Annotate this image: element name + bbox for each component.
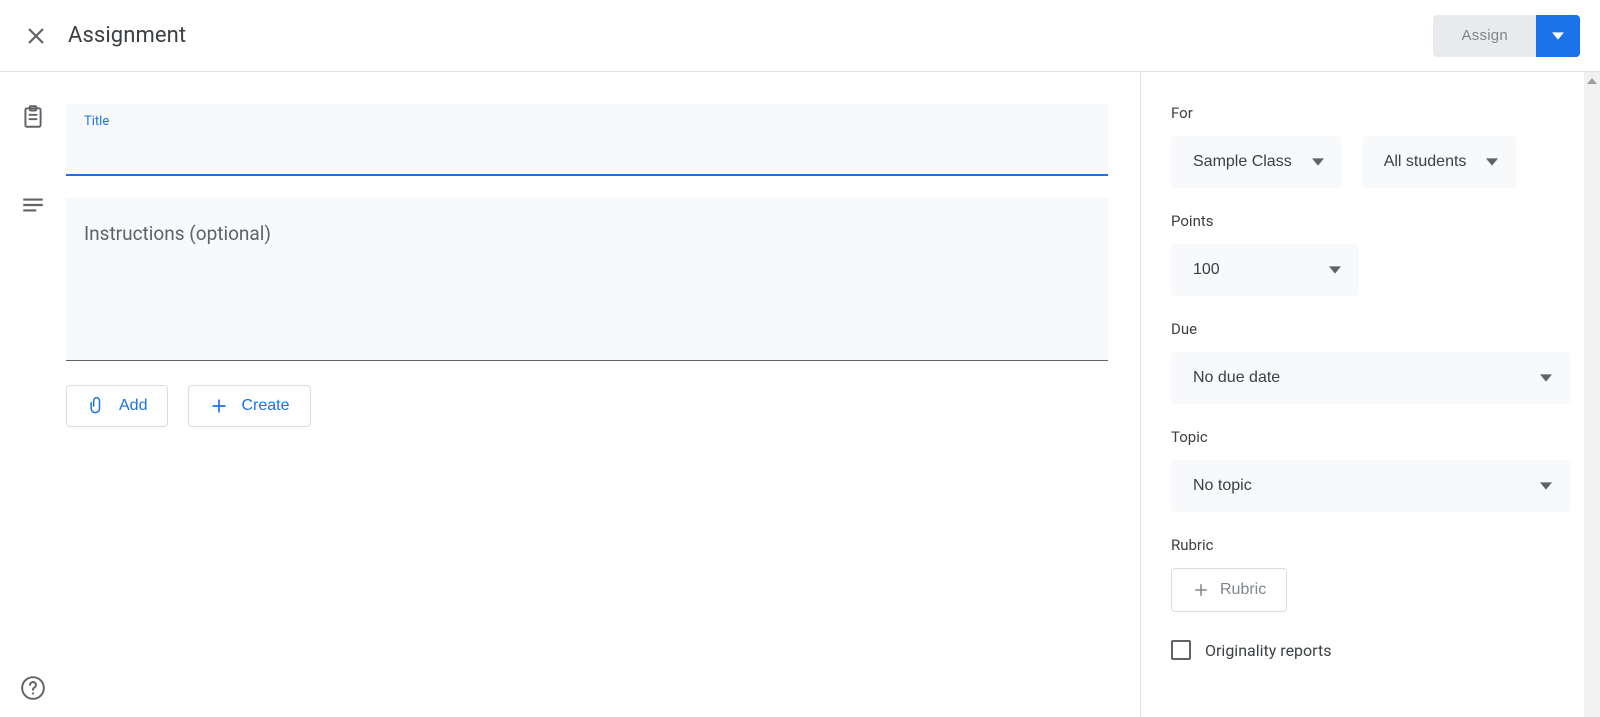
- close-button[interactable]: [16, 16, 56, 56]
- assign-button-group: Assign: [1433, 15, 1580, 57]
- due-selector[interactable]: No due date: [1171, 352, 1570, 404]
- assign-button[interactable]: Assign: [1433, 15, 1536, 57]
- students-selector[interactable]: All students: [1362, 136, 1517, 188]
- originality-label: Originality reports: [1205, 641, 1331, 660]
- points-value: 100: [1193, 261, 1220, 279]
- students-selector-value: All students: [1384, 153, 1467, 171]
- caret-down-icon: [1329, 264, 1341, 276]
- originality-checkbox[interactable]: [1171, 640, 1191, 660]
- topic-label: Topic: [1171, 428, 1570, 446]
- title-label: Title: [84, 114, 1090, 129]
- topbar: Assignment Assign: [0, 0, 1600, 72]
- plus-icon: [1192, 581, 1210, 599]
- instructions-field[interactable]: [66, 198, 1108, 361]
- rubric-button[interactable]: Rubric: [1171, 568, 1287, 612]
- caret-down-icon: [1540, 372, 1552, 384]
- points-label: Points: [1171, 212, 1570, 230]
- caret-down-icon: [1312, 156, 1324, 168]
- caret-down-icon: [1540, 480, 1552, 492]
- points-selector[interactable]: 100: [1171, 244, 1359, 296]
- due-label: Due: [1171, 320, 1570, 338]
- add-button-label: Add: [119, 397, 147, 415]
- due-value: No due date: [1193, 369, 1280, 387]
- left-rail: [0, 72, 66, 717]
- class-selector-value: Sample Class: [1193, 153, 1292, 171]
- instructions-input[interactable]: [84, 222, 1090, 332]
- create-button-label: Create: [241, 397, 289, 415]
- for-label: For: [1171, 104, 1570, 122]
- assign-dropdown-button[interactable]: [1536, 15, 1580, 57]
- close-icon: [24, 24, 48, 48]
- title-field[interactable]: Title: [66, 104, 1108, 176]
- title-input[interactable]: [84, 131, 1090, 152]
- rubric-button-label: Rubric: [1220, 581, 1266, 599]
- add-button[interactable]: Add: [66, 385, 168, 427]
- create-button[interactable]: Create: [188, 385, 310, 427]
- help-icon[interactable]: [20, 675, 46, 701]
- plus-icon: [209, 396, 229, 416]
- caret-down-icon: [1552, 32, 1564, 40]
- caret-down-icon: [1486, 156, 1498, 168]
- attachment-icon: [87, 396, 107, 416]
- page-title: Assignment: [68, 23, 186, 48]
- topic-selector[interactable]: No topic: [1171, 460, 1570, 512]
- topic-value: No topic: [1193, 477, 1252, 495]
- rubric-label: Rubric: [1171, 536, 1570, 554]
- main-editor: Title Add Create: [66, 72, 1140, 717]
- assignment-icon: [20, 104, 46, 130]
- text-icon: [20, 192, 46, 218]
- originality-checkbox-row[interactable]: Originality reports: [1171, 640, 1570, 660]
- settings-sidebar: For Sample Class All students Points 100…: [1140, 72, 1600, 717]
- class-selector[interactable]: Sample Class: [1171, 136, 1342, 188]
- scrollbar[interactable]: [1584, 72, 1600, 717]
